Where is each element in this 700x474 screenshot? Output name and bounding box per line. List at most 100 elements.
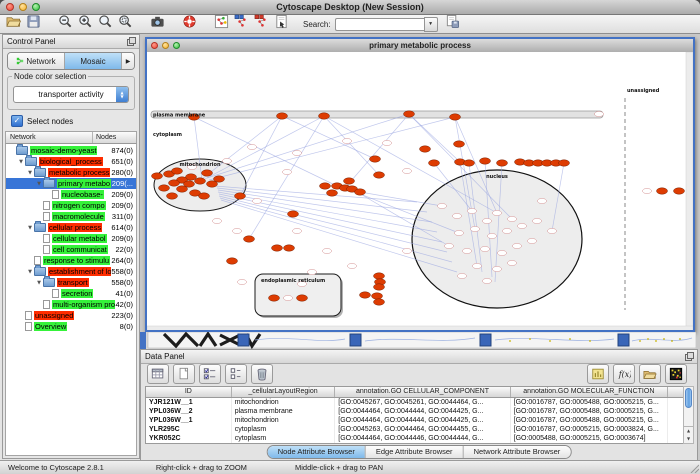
zoom-in-icon[interactable] bbox=[77, 14, 94, 30]
graph-node[interactable] bbox=[404, 111, 415, 117]
snapshot-icon[interactable] bbox=[149, 14, 166, 30]
close-window-button[interactable] bbox=[6, 3, 14, 11]
scrollbar-arrows[interactable]: ▲ ▼ bbox=[684, 426, 693, 443]
expand-arrow-icon[interactable]: ▼ bbox=[26, 170, 34, 176]
graph-node[interactable] bbox=[284, 245, 295, 251]
tree-row-primary-metabo[interactable]: ▼primary metabo209(... bbox=[6, 178, 136, 189]
scroll-down-icon[interactable]: ▼ bbox=[684, 435, 693, 443]
graph-node-outline[interactable] bbox=[463, 248, 472, 253]
canvas-vscrollbar[interactable] bbox=[686, 52, 693, 330]
layout-blue-icon[interactable] bbox=[233, 14, 250, 30]
graph-node[interactable] bbox=[657, 188, 668, 194]
scrollbar-thumb[interactable] bbox=[685, 388, 692, 408]
zoom-selected-icon[interactable] bbox=[117, 14, 134, 30]
column-header-annotation.GO CELLULAR_COMPONENT[interactable]: annotation.GO CELLULAR_COMPONENT bbox=[335, 387, 510, 397]
graph-node-outline[interactable] bbox=[513, 243, 522, 248]
tree-row-nitrogen-compo[interactable]: nitrogen compo209(0) bbox=[6, 200, 136, 211]
graph-node[interactable] bbox=[288, 211, 299, 217]
tab-edge-attribute-browser[interactable]: Edge Attribute Browser bbox=[366, 446, 464, 458]
graph-node-outline[interactable] bbox=[533, 218, 542, 223]
graph-node[interactable] bbox=[272, 245, 283, 251]
table-cell[interactable]: [GO:0044464, GO:0044444, GO:0044425, G..… bbox=[335, 407, 510, 416]
graph-node-outline[interactable] bbox=[595, 111, 604, 116]
graph-node[interactable] bbox=[152, 173, 163, 179]
table-cell[interactable]: [GO:0005488, GO:0005215, GO:0003674] bbox=[511, 434, 668, 443]
graph-node[interactable] bbox=[244, 236, 255, 242]
table-cell[interactable] bbox=[668, 407, 684, 416]
panel-icon[interactable] bbox=[587, 364, 609, 384]
graph-node-outline[interactable] bbox=[481, 246, 490, 251]
table-cell[interactable]: [GO:0016787, GO:0005215, GO:0003824, G..… bbox=[511, 425, 668, 434]
graph-node-outline[interactable] bbox=[403, 168, 412, 173]
graph-node-outline[interactable] bbox=[455, 230, 464, 235]
column-header-annotation.GO MOLECULAR_FUNCTION[interactable]: annotation.GO MOLECULAR_FUNCTION bbox=[511, 387, 668, 397]
tab-mosaic[interactable]: Mosaic bbox=[65, 53, 122, 69]
table-cell[interactable]: [GO:0044464, GO:0044444, GO:0044425, G..… bbox=[335, 443, 510, 444]
graph-node[interactable] bbox=[429, 160, 440, 166]
column-header-ID[interactable]: ID bbox=[146, 387, 232, 397]
float-panel-icon[interactable] bbox=[685, 352, 694, 361]
attribute-table[interactable]: ID_cellularLayoutRegionannotation.GO CEL… bbox=[145, 386, 685, 444]
graph-node-outline[interactable] bbox=[538, 198, 547, 203]
table-cell[interactable]: YDR039C__1 bbox=[146, 443, 232, 444]
graph-node-outline[interactable] bbox=[458, 273, 467, 278]
graph-edge[interactable] bbox=[324, 116, 379, 175]
tree-row-secretion[interactable]: secretion41(0) bbox=[6, 288, 136, 299]
graph-node-outline[interactable] bbox=[238, 279, 247, 284]
column-header-_cellularLayoutRegion[interactable]: _cellularLayoutRegion bbox=[232, 387, 336, 397]
save-session-icon[interactable] bbox=[444, 14, 461, 30]
expand-arrow-icon[interactable]: ▼ bbox=[35, 181, 43, 187]
table-cell[interactable]: [GO:0045267, GO:0045261, GO:0044464, G..… bbox=[335, 398, 510, 407]
table-cell[interactable]: [GO:0016787, GO:0005488, GO:0005215, G..… bbox=[511, 443, 668, 444]
zoom-network-window-button[interactable] bbox=[173, 42, 180, 49]
table-row-YDR039C__1[interactable]: YDR039C__1mitochondrion[GO:0044464, GO:0… bbox=[146, 443, 684, 444]
tree-row-cellular-metabol[interactable]: cellular metabol209(0) bbox=[6, 233, 136, 244]
table-cell[interactable]: YPL036W__1 bbox=[146, 416, 232, 425]
graph-node-outline[interactable] bbox=[343, 138, 352, 143]
graph-node-outline[interactable] bbox=[308, 269, 317, 274]
graph-node-outline[interactable] bbox=[348, 263, 357, 268]
search-input[interactable] bbox=[335, 18, 424, 31]
graph-node-outline[interactable] bbox=[383, 140, 392, 145]
graph-node-outline[interactable] bbox=[508, 216, 517, 221]
graph-node-outline[interactable] bbox=[503, 228, 512, 233]
table-row-YPL036W__1[interactable]: YPL036W__1mitochondrion[GO:0044464, GO:0… bbox=[146, 416, 684, 425]
show-table-icon[interactable] bbox=[147, 364, 169, 384]
table-row-YJR121W__1[interactable]: YJR121W__1mitochondrion[GO:0045267, GO:0… bbox=[146, 398, 684, 407]
graph-node-outline[interactable] bbox=[213, 218, 222, 223]
graph-node-outline[interactable] bbox=[248, 144, 257, 149]
table-cell[interactable]: [GO:0045263, GO:0044464, GO:0044455, G..… bbox=[335, 425, 510, 434]
graph-node-outline[interactable] bbox=[473, 263, 482, 268]
graph-edge[interactable] bbox=[202, 116, 282, 179]
graph-node-outline[interactable] bbox=[284, 295, 293, 300]
graph-node-outline[interactable] bbox=[518, 223, 527, 228]
graph-node[interactable] bbox=[374, 172, 385, 178]
graph-node-outline[interactable] bbox=[483, 218, 492, 223]
graph-node[interactable] bbox=[202, 170, 213, 176]
graph-node-outline[interactable] bbox=[493, 210, 502, 215]
region-plasma-membrane[interactable] bbox=[151, 111, 603, 118]
table-cell[interactable]: cytoplasm bbox=[232, 434, 336, 443]
close-network-window-button[interactable] bbox=[151, 42, 158, 49]
graph-node[interactable] bbox=[195, 178, 206, 184]
network-graph[interactable]: plasma membranecytoplasmmitochondrionnuc… bbox=[147, 52, 693, 330]
tree-column-network[interactable]: Network bbox=[6, 132, 93, 143]
search-dropdown-button[interactable]: ▼ bbox=[424, 17, 438, 32]
zoom-out-icon[interactable] bbox=[57, 14, 74, 30]
graph-node[interactable] bbox=[497, 160, 508, 166]
graph-node-outline[interactable] bbox=[498, 250, 507, 255]
graph-node[interactable] bbox=[319, 113, 330, 119]
zoom-window-button[interactable] bbox=[32, 3, 40, 11]
graph-node-outline[interactable] bbox=[293, 150, 302, 155]
graph-node-outline[interactable] bbox=[453, 213, 462, 218]
graph-node-outline[interactable] bbox=[403, 248, 412, 253]
graph-node[interactable] bbox=[167, 193, 178, 199]
graph-edge[interactable] bbox=[219, 196, 447, 252]
table-scrollbar[interactable]: ▲ ▼ bbox=[683, 386, 694, 444]
table-cell[interactable]: YJR121W__1 bbox=[146, 398, 232, 407]
tree-row-biological-process[interactable]: ▼biological_process651(0) bbox=[6, 156, 136, 167]
tree-row-cellular-process[interactable]: ▼cellular process614(0) bbox=[6, 222, 136, 233]
table-cell[interactable]: mitochondrion bbox=[232, 416, 336, 425]
minimize-network-window-button[interactable] bbox=[162, 42, 169, 49]
expand-arrow-icon[interactable]: ▼ bbox=[26, 225, 34, 231]
